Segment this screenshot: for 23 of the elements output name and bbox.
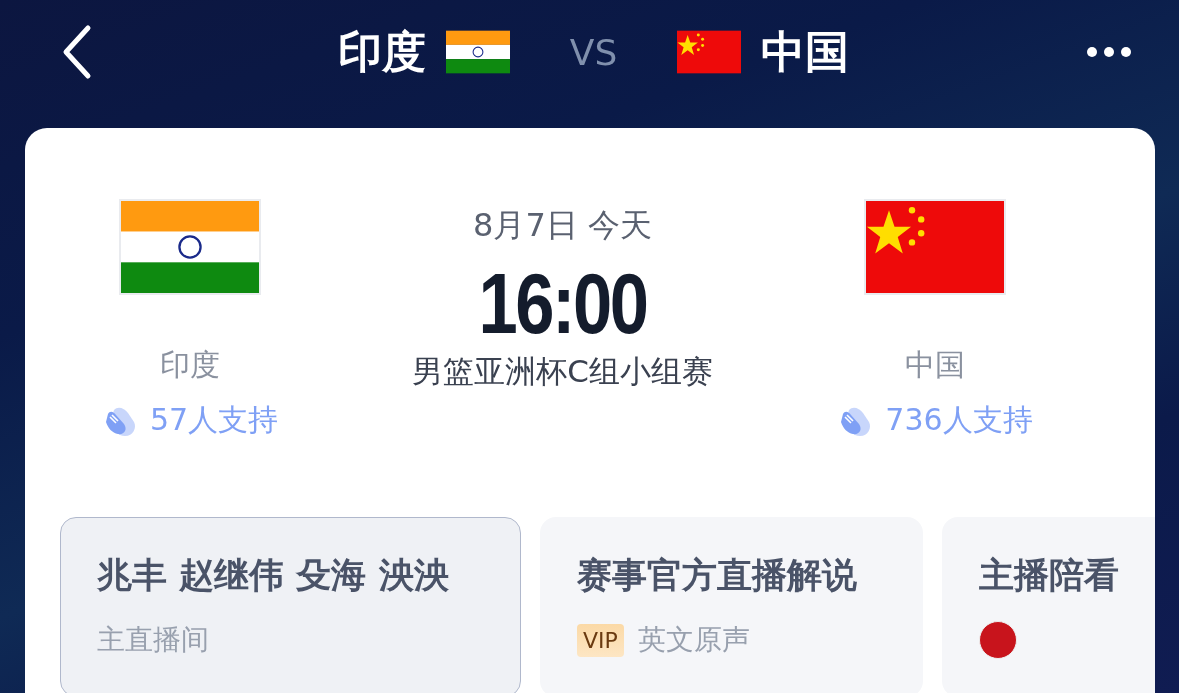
match-time: 16:00: [478, 256, 647, 351]
channel-subtitle: 英文原声: [637, 622, 750, 658]
china-flag-icon: [677, 30, 742, 74]
channel-title: 兆丰 赵继伟 殳海 泱泱: [97, 554, 450, 597]
vip-badge: VIP: [577, 623, 624, 657]
support-count: 736人支持: [885, 401, 1033, 439]
match-date: 8月7日 今天: [473, 205, 652, 246]
more-button[interactable]: [1087, 47, 1131, 57]
channel-card[interactable]: 兆丰 赵继伟 殳海 泱泱 主直播间: [60, 517, 521, 693]
team-name: 中国: [905, 346, 965, 384]
channel-title: 赛事官方直播解说: [577, 554, 858, 597]
versus-label: VS: [569, 31, 618, 73]
avatar-placeholder: [979, 621, 1017, 659]
team-name: 印度: [160, 346, 220, 384]
channel-card[interactable]: 赛事官方直播解说 VIP 英文原声: [540, 517, 923, 693]
support-count: 57人支持: [149, 401, 279, 439]
home-team-title: 印度: [337, 24, 426, 79]
league-name: 男篮亚洲杯C组小组赛: [412, 351, 713, 391]
channel-subtitle: 主直播间: [97, 622, 209, 658]
india-flag-icon: [445, 30, 510, 74]
away-team-title: 中国: [761, 24, 850, 79]
channel-title: 主播陪看: [979, 554, 1120, 597]
channel-card[interactable]: 主播陪看: [942, 517, 1155, 693]
